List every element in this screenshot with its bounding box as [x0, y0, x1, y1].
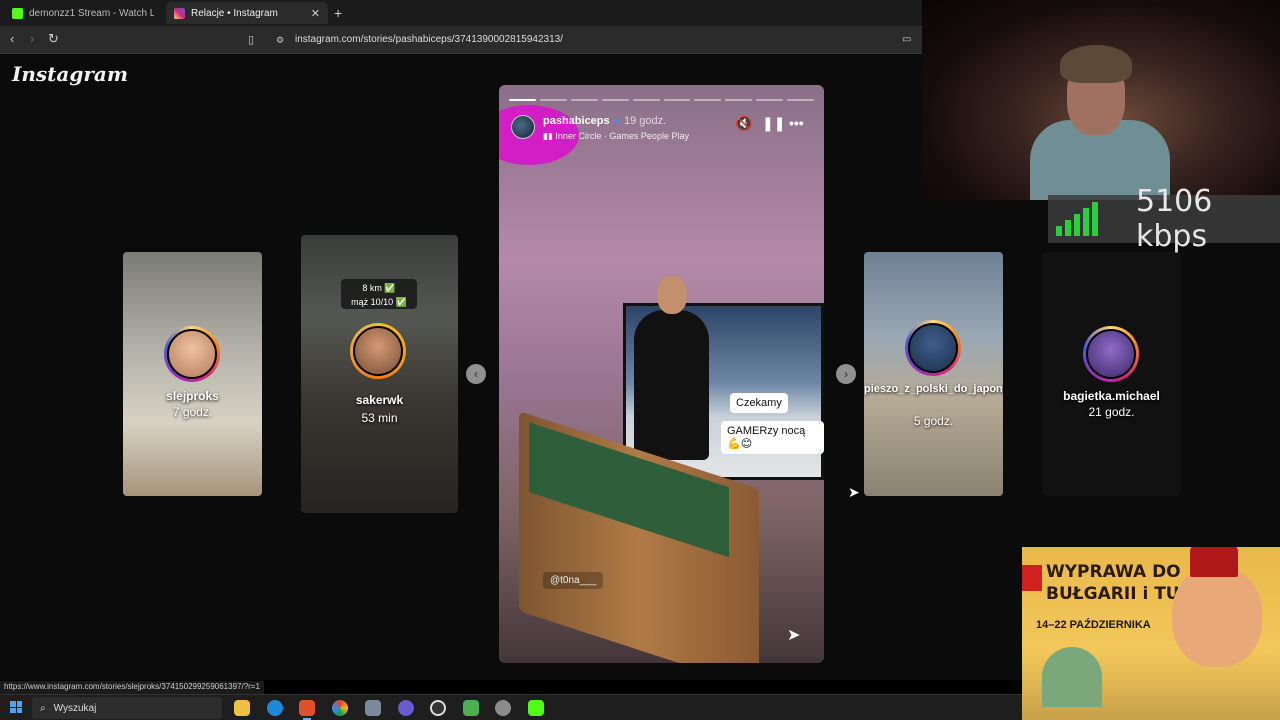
- app-icon[interactable]: [365, 700, 381, 716]
- site-info-icon[interactable]: ⚙: [276, 35, 284, 46]
- story-username: bagietka.michael: [1063, 389, 1160, 403]
- progress-segment: [601, 99, 629, 101]
- mute-icon[interactable]: 🔇: [735, 115, 752, 132]
- webcam-overlay: [922, 0, 1280, 200]
- turkey-flag-icon: [1022, 565, 1042, 591]
- story-time: 21 godz.: [1088, 405, 1135, 419]
- story-music[interactable]: ▮▮ Inner Circle · Games People Play: [543, 131, 689, 142]
- app-icon[interactable]: [463, 700, 479, 716]
- more-options-icon[interactable]: •••: [789, 115, 804, 131]
- progress-segment: [694, 99, 722, 101]
- close-tab-icon[interactable]: ✕: [311, 7, 320, 20]
- bookmark-icon[interactable]: ▯: [248, 33, 254, 46]
- previous-story-button[interactable]: ‹: [466, 364, 486, 384]
- chrome-icon[interactable]: [332, 700, 348, 716]
- next-story-button[interactable]: ›: [836, 364, 856, 384]
- avatar: [353, 326, 403, 376]
- avatar[interactable]: [511, 114, 535, 139]
- settings-icon[interactable]: [495, 700, 511, 716]
- taskbar-search[interactable]: ⌕ Wyszukaj: [32, 697, 222, 719]
- ad-dates: 14–22 PAŹDZIERNIKA: [1036, 619, 1151, 631]
- character-illustration: [1172, 567, 1262, 667]
- story-thumbnail-pieszo[interactable]: pieszo_z_polski_do_japonii 5 godz.: [864, 252, 1003, 496]
- avatar: [1086, 329, 1136, 379]
- verified-icon: ●: [614, 116, 620, 126]
- music-icon: ▮▮: [543, 131, 556, 141]
- fez-illustration: [1190, 547, 1238, 577]
- overlay-line: mąż 10/10 ✅: [351, 297, 407, 307]
- instagram-icon: [174, 7, 185, 19]
- reload-icon[interactable]: ↻: [48, 31, 59, 47]
- tab-title: Relacje • Instagram: [191, 7, 278, 19]
- search-icon: ⌕: [40, 702, 46, 714]
- webcam-hair: [1060, 45, 1132, 83]
- story-thumbnail-bagietka[interactable]: bagietka.michael 21 godz.: [1042, 252, 1181, 496]
- address-bar[interactable]: instagram.com/stories/pashabiceps/374139…: [295, 34, 563, 45]
- story-text-sticker: GAMERzy nocą 💪😊: [721, 421, 824, 454]
- signal-bars-icon: [1056, 202, 1098, 236]
- back-icon[interactable]: ‹: [10, 31, 14, 46]
- progress-segment: [787, 99, 815, 101]
- obs-icon[interactable]: [430, 700, 446, 716]
- browser-nav-bar: ‹ › ↻ ▯ ⚙ instagram.com/stories/pashabic…: [0, 26, 922, 54]
- discord-icon[interactable]: [398, 700, 414, 716]
- mosque-illustration: [1042, 647, 1102, 707]
- mouse-cursor-icon: ➤: [848, 484, 860, 500]
- story-thumbnail-sakerwk[interactable]: 8 km ✅ mąż 10/10 ✅ sakerwk 53 min: [301, 235, 458, 513]
- kick-icon: [12, 7, 23, 19]
- windows-start-icon[interactable]: [10, 701, 22, 713]
- progress-segment: [756, 99, 784, 101]
- search-placeholder: Wyszukaj: [53, 702, 97, 714]
- send-icon[interactable]: ➤: [787, 625, 800, 645]
- avatar-ring: [905, 320, 961, 376]
- progress-segment: [725, 99, 753, 101]
- progress-segment: [509, 99, 536, 101]
- tab-kick-stream[interactable]: demonzz1 Stream - Watch Live on Ki: [4, 2, 162, 24]
- file-explorer-icon[interactable]: [234, 700, 250, 716]
- browser-tab-bar: demonzz1 Stream - Watch Live on Ki Relac…: [0, 0, 922, 26]
- instagram-logo[interactable]: Instagram: [12, 62, 128, 86]
- music-title: Inner Circle · Games People Play: [555, 131, 689, 141]
- sponsor-ad-banner: WYPRAWA DO BUŁGARII i TURCJI 14–22 PAŹDZ…: [1022, 547, 1280, 720]
- windows-taskbar: ⌕ Wyszukaj: [0, 694, 1022, 720]
- new-tab-button[interactable]: +: [334, 5, 342, 21]
- story-time: 19 godz.: [623, 115, 667, 127]
- avatar-ring: [1083, 326, 1139, 382]
- story-progress-bar: [509, 99, 815, 101]
- tab-title: demonzz1 Stream - Watch Live on Ki: [29, 7, 154, 19]
- story-username: slejproks: [166, 389, 219, 403]
- cast-icon[interactable]: ▭: [902, 34, 911, 45]
- brave-icon[interactable]: [299, 700, 315, 720]
- kick-icon[interactable]: [528, 700, 544, 716]
- progress-segment: [570, 99, 598, 101]
- story-text-sticker: Czekamy: [730, 393, 788, 413]
- bitrate-text: 5106 kbps: [1136, 184, 1213, 254]
- avatar: [167, 329, 217, 379]
- avatar-ring: [164, 326, 220, 382]
- story-time: 5 godz.: [913, 414, 954, 428]
- story-header: pashabiceps ● 19 godz. ▮▮ Inner Circle ·…: [511, 111, 689, 142]
- progress-segment: [632, 99, 660, 101]
- story-time: 53 min: [361, 411, 398, 425]
- avatar: [908, 323, 958, 373]
- story-thumbnail-slejproks[interactable]: slejproks 7 godz.: [123, 252, 262, 496]
- tab-instagram-stories[interactable]: Relacje • Instagram ✕: [166, 2, 328, 24]
- current-story[interactable]: pashabiceps ● 19 godz. ▮▮ Inner Circle ·…: [499, 85, 824, 663]
- bitrate-indicator: 5106 kbps: [1048, 184, 1280, 254]
- story-overlay-text: 8 km ✅ mąż 10/10 ✅: [341, 279, 417, 309]
- mention-sticker[interactable]: @t0na___: [543, 572, 604, 589]
- progress-segment: [539, 99, 567, 101]
- person-figure: [634, 276, 709, 460]
- story-username: sakerwk: [355, 393, 404, 407]
- story-username[interactable]: pashabiceps: [543, 115, 610, 127]
- link-status-bar: https://www.instagram.com/stories/slejpr…: [0, 681, 264, 694]
- overlay-line: 8 km ✅: [362, 283, 396, 293]
- progress-segment: [663, 99, 691, 101]
- story-username: pieszo_z_polski_do_japonii: [864, 383, 1003, 395]
- pause-icon[interactable]: ❚❚: [762, 115, 785, 132]
- forward-icon[interactable]: ›: [30, 31, 34, 46]
- edge-icon[interactable]: [267, 700, 283, 716]
- story-time: 7 godz.: [172, 405, 213, 419]
- avatar-ring: [350, 323, 406, 379]
